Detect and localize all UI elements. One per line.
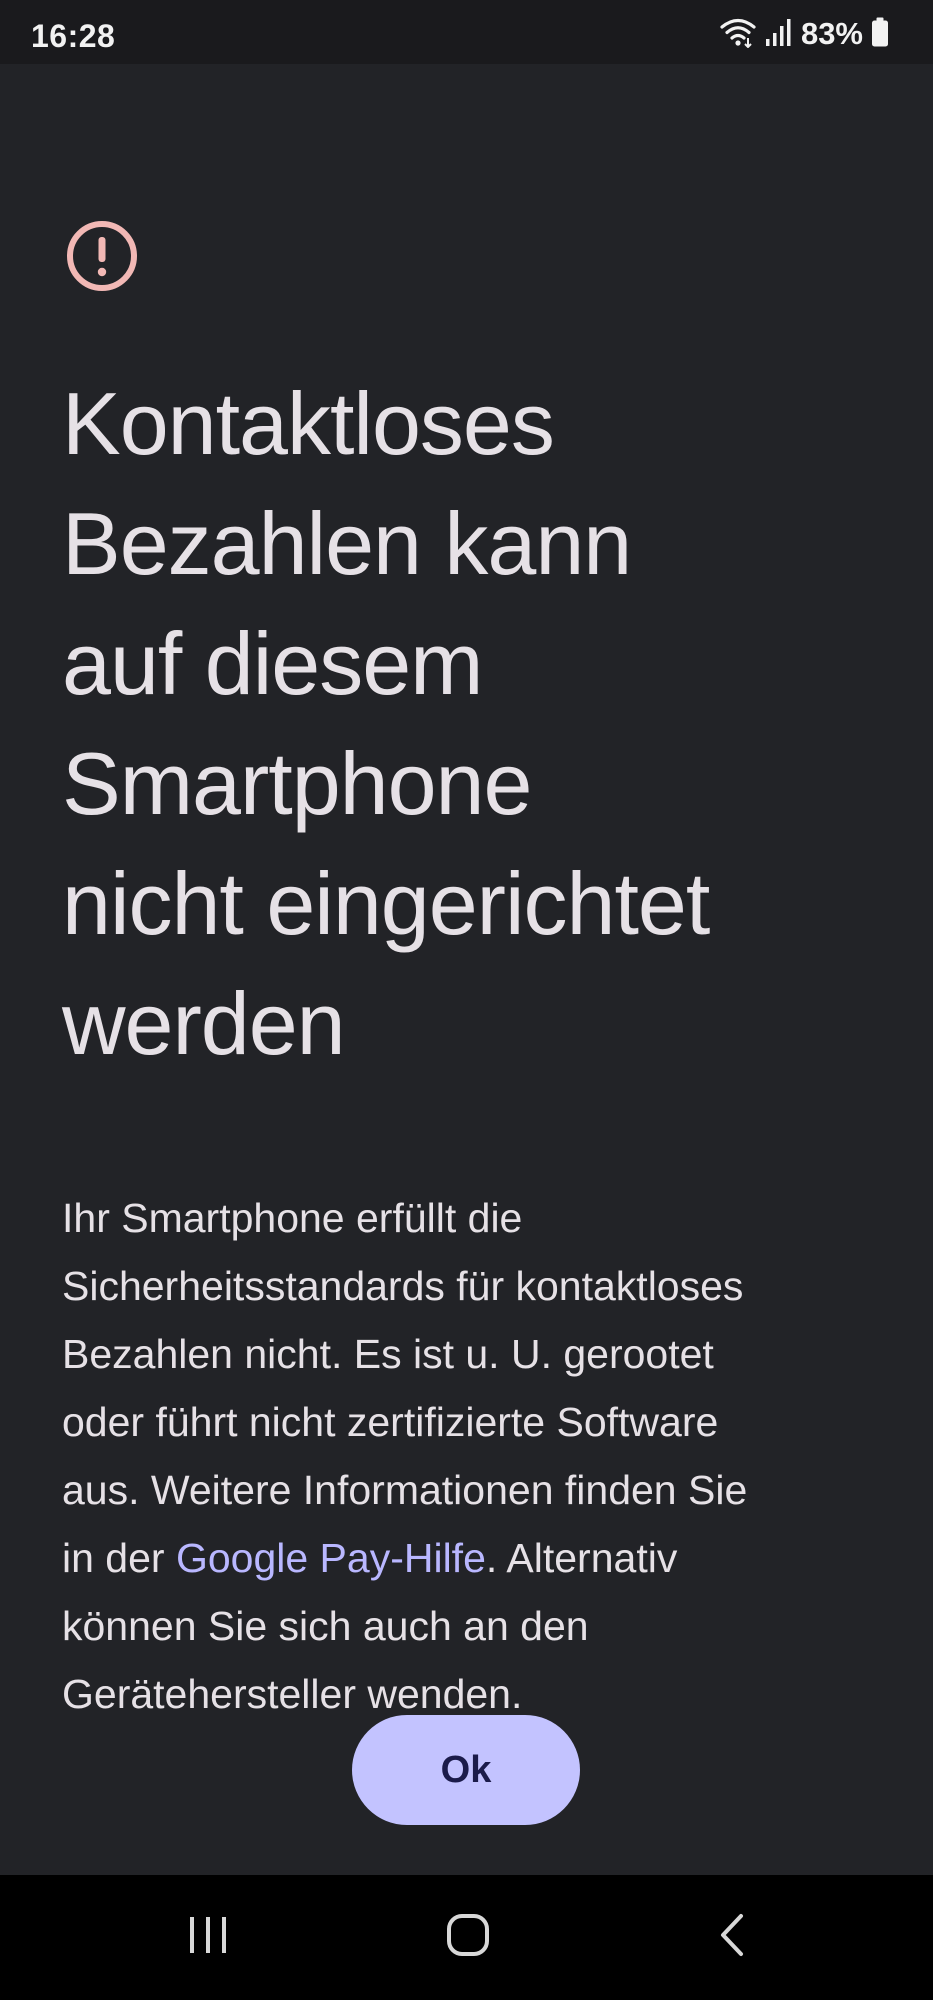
status-time: 16:28 — [31, 18, 116, 54]
battery-percent: 83% — [800, 16, 863, 51]
body-line: Sicherheitsstandards für kontaktloses — [62, 1263, 744, 1309]
body-line: aus. Weitere Informationen finden Sie — [62, 1467, 748, 1513]
status-icons: 83% — [719, 16, 889, 52]
body-text-before-link: in der — [62, 1535, 176, 1581]
home-icon — [446, 1913, 490, 1962]
body-line: Bezahlen nicht. Es ist u. U. gerootet — [62, 1331, 714, 1377]
recent-apps-button[interactable] — [168, 1900, 248, 1975]
body-line: können Sie sich auch an den — [62, 1603, 589, 1649]
back-button[interactable] — [692, 1900, 772, 1975]
title-line: Kontaktloses — [62, 374, 555, 473]
back-icon — [717, 1913, 747, 1962]
body-line: Ihr Smartphone erfüllt die — [62, 1195, 523, 1241]
home-button[interactable] — [428, 1900, 508, 1975]
body-text-after-link: . Alternativ — [485, 1535, 678, 1581]
warning-circle-icon — [66, 220, 138, 292]
title-line: Bezahlen kann — [62, 494, 632, 593]
battery-icon — [871, 17, 889, 52]
body-line-with-link: in der Google Pay-Hilfe. Alternativ — [62, 1524, 882, 1592]
title-line: Smartphone — [62, 734, 532, 833]
page-title: Kontaktloses Bezahlen kann auf diesem Sm… — [62, 364, 882, 1084]
recent-apps-icon — [186, 1914, 230, 1961]
navigation-bar — [0, 1875, 933, 2000]
body-line: oder führt nicht zertifizierte Software — [62, 1399, 719, 1445]
title-line: werden — [62, 974, 346, 1073]
signal-icon — [765, 17, 793, 52]
screen: 16:28 83% Kontaktloses Bezahlen kann auf… — [0, 0, 933, 2000]
title-line: nicht eingerichtet — [62, 854, 710, 953]
status-bar: 16:28 83% — [0, 0, 933, 64]
title-line: auf diesem — [62, 614, 483, 713]
description-text: Ihr Smartphone erfüllt die Sicherheitsst… — [62, 1184, 882, 1728]
wifi-icon — [719, 16, 757, 53]
google-pay-help-link[interactable]: Google Pay-Hilfe — [176, 1535, 486, 1581]
ok-button[interactable]: Ok — [352, 1715, 580, 1825]
